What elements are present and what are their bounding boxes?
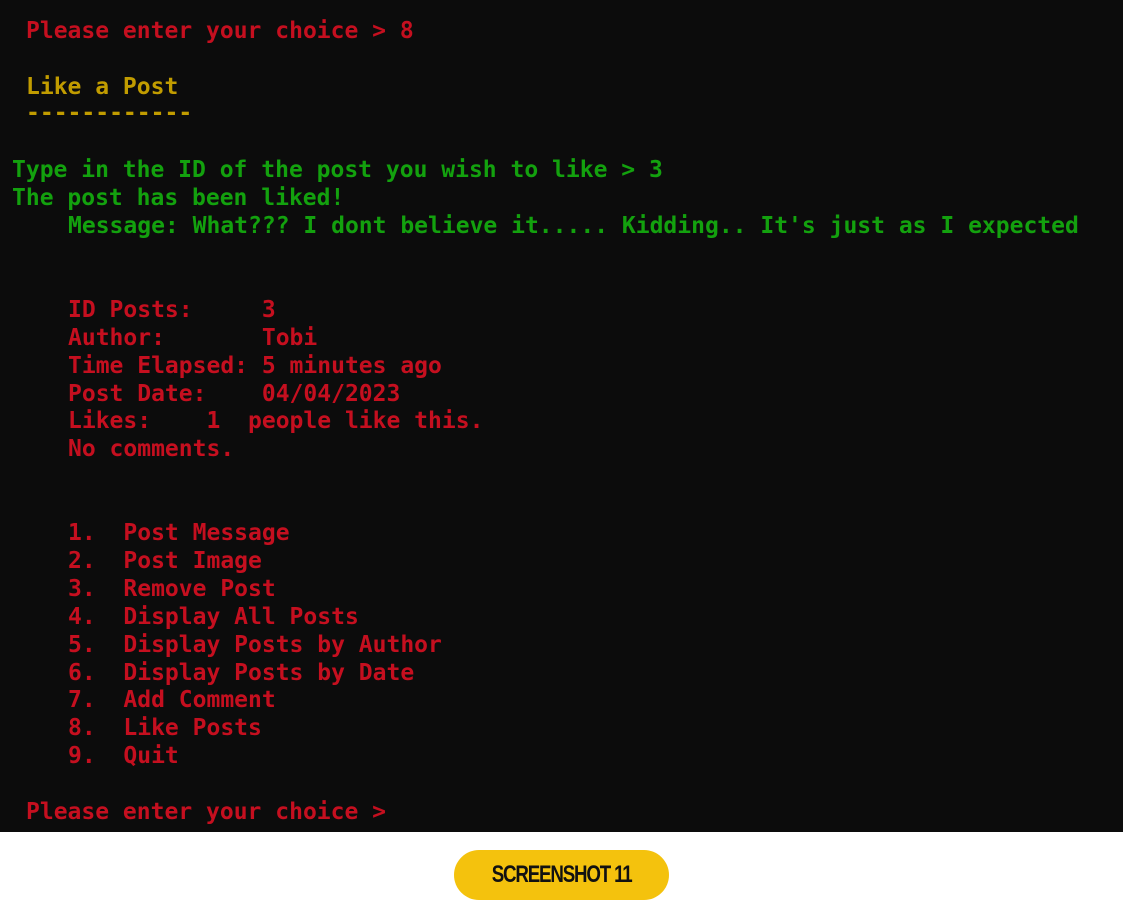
post-likes: Likes: 1 people like this. [68, 408, 484, 434]
post-id: ID Posts: 3 [68, 297, 276, 323]
section-underline: ------------ [26, 100, 193, 126]
menu-item-post-image: 2. Post Image [68, 548, 262, 574]
menu-item-remove-post: 3. Remove Post [68, 576, 276, 602]
terminal-window[interactable]: Please enter your choice > 8 Like a Post… [0, 0, 1123, 832]
screenshot-badge-label: SCREENSHOT 11 [491, 861, 633, 888]
post-date: Post Date: 04/04/2023 [68, 381, 401, 407]
menu-item-like-posts: 8. Like Posts [68, 715, 262, 741]
post-comments: No comments. [68, 436, 235, 462]
menu-item-quit: 9. Quit [68, 743, 179, 769]
screenshot-badge: SCREENSHOT 11 [454, 850, 669, 900]
menu-item-post-message: 1. Post Message [68, 520, 290, 546]
post-message: Message: What??? I dont believe it..... … [68, 213, 1079, 239]
post-time-elapsed: Time Elapsed: 5 minutes ago [68, 353, 442, 379]
menu-item-display-by-date: 6. Display Posts by Date [68, 660, 415, 686]
caption-footer: SCREENSHOT 11 [0, 832, 1123, 924]
post-id-prompt: Type in the ID of the post you wish to l… [12, 157, 663, 183]
liked-confirmation: The post has been liked! [12, 185, 345, 211]
section-title: Like a Post [26, 74, 179, 100]
post-author: Author: Tobi [68, 325, 318, 351]
choice-prompt-top: Please enter your choice > 8 [26, 18, 414, 44]
choice-prompt-bottom[interactable]: Please enter your choice > [26, 798, 386, 826]
menu-item-display-all-posts: 4. Display All Posts [68, 604, 359, 630]
menu-item-display-by-author: 5. Display Posts by Author [68, 632, 442, 658]
menu-item-add-comment: 7. Add Comment [68, 687, 276, 713]
